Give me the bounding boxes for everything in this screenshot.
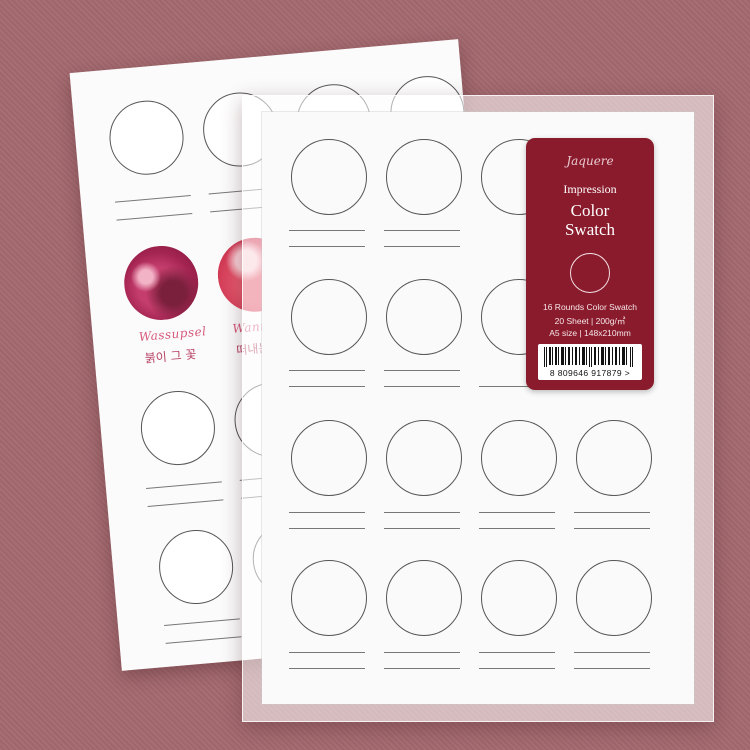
write-line (384, 512, 460, 513)
write-line (574, 668, 650, 669)
swatch-circle (291, 560, 367, 636)
write-line (384, 230, 460, 231)
write-line (289, 370, 365, 371)
swatch-circle (291, 139, 367, 215)
barcode-digits: 8 809646 917879 > (549, 368, 631, 378)
swatch-hangul-label: 붉이 그 꽃 (144, 347, 197, 366)
swatch-circle (386, 279, 462, 355)
write-line (289, 230, 365, 231)
write-line (289, 652, 365, 653)
swatch-circle (576, 560, 652, 636)
swatch-circle (291, 279, 367, 355)
write-line (289, 528, 365, 529)
series-name: Impression (563, 182, 617, 196)
swatch-circle (156, 526, 237, 608)
write-line (114, 195, 191, 203)
swatch-circle (386, 420, 462, 496)
write-line (164, 618, 240, 627)
spec-rounds: 16 Rounds Color Swatch (542, 302, 638, 312)
write-line (289, 386, 365, 387)
swatch-circle (137, 387, 219, 469)
write-line (479, 668, 555, 669)
swatch-circle (481, 420, 557, 496)
spec-size: A5 size | 148x210mm (549, 328, 631, 338)
swatch-circle (386, 560, 462, 636)
write-line (574, 652, 650, 653)
write-line (574, 512, 650, 513)
swatch-circle (576, 420, 652, 496)
brand-name: Jaquere (566, 154, 614, 168)
write-line (165, 636, 242, 644)
circle-icon (570, 253, 610, 293)
swatch-script-label: Wassupsel (138, 324, 207, 345)
background: Wassupsel 붉이 그 꽃 Wann 떠내는 (0, 0, 750, 750)
swatch-circle (106, 97, 187, 178)
write-line (479, 528, 555, 529)
swatch-circle (291, 420, 367, 496)
product-title: Color (570, 201, 610, 220)
write-line (384, 668, 460, 669)
product-title-line2: Swatch (564, 220, 616, 239)
swatch-circle (481, 560, 557, 636)
write-line (289, 512, 365, 513)
write-line (116, 212, 193, 221)
write-line (147, 499, 224, 507)
write-line (289, 668, 365, 669)
spec-sheets: 20 Sheet | 200g/㎡ (554, 316, 626, 326)
write-line (384, 386, 460, 387)
barcode-bars-icon (544, 347, 633, 367)
ink-swatch (121, 242, 202, 324)
write-line (146, 481, 222, 490)
product-label: Jaquere Impression Color Swatch 16 Round… (526, 138, 654, 390)
write-line (384, 246, 460, 247)
write-line (384, 370, 460, 371)
barcode: 8 809646 917879 > (538, 344, 642, 380)
write-line (479, 512, 555, 513)
write-line (384, 652, 460, 653)
write-line (479, 652, 555, 653)
swatch-circle (386, 139, 462, 215)
write-line (574, 528, 650, 529)
write-line (384, 528, 460, 529)
write-line (289, 246, 365, 247)
